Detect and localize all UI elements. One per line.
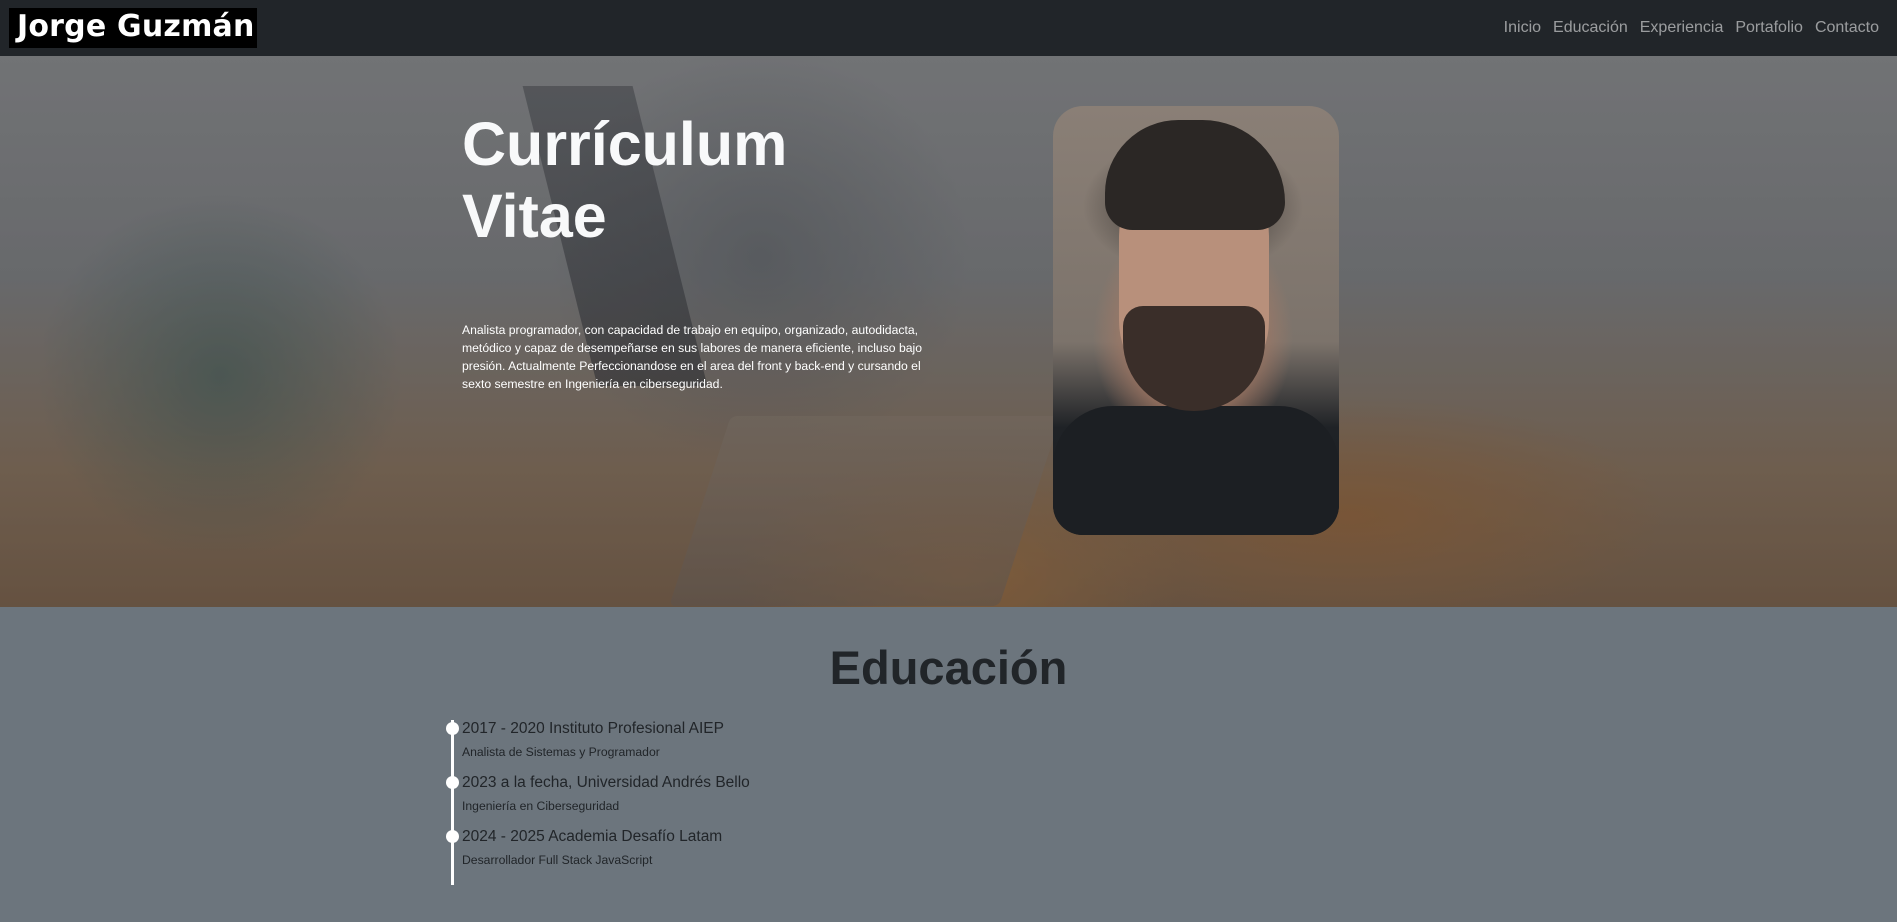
timeline-item-detail: Desarrollador Full Stack JavaScript — [462, 853, 653, 867]
brand-logo[interactable]: Jorge Guzmán — [9, 8, 257, 48]
nav-link-contacto[interactable]: Contacto — [1809, 19, 1885, 37]
hero-description: Analista programador, con capacidad de t… — [462, 323, 923, 391]
nav-link-educacion[interactable]: Educación — [1547, 19, 1634, 37]
hero-title: Currículum Vitae — [462, 108, 882, 252]
education-title: Educación — [829, 641, 1068, 694]
nav-link-inicio[interactable]: Inicio — [1498, 19, 1547, 37]
timeline-item-heading: 2024 - 2025 Academia Desafío Latam — [462, 828, 723, 845]
navbar: Jorge Guzmán Inicio Educación Experienci… — [0, 0, 1897, 56]
hero-section: Currículum Vitae Analista programador, c… — [0, 56, 1897, 607]
timeline-item-heading: 2023 a la fecha, Universidad Andrés Bell… — [462, 774, 750, 791]
education-timeline: 2017 - 2020 Instituto Profesional AIEP A… — [446, 720, 1150, 885]
hero-overlay — [0, 56, 1897, 607]
hero-title-line2: Vitae — [462, 182, 607, 250]
timeline-dot-icon — [446, 776, 459, 789]
profile-photo-hair — [1105, 120, 1285, 230]
timeline-dot-icon — [446, 830, 459, 843]
profile-photo-shirt — [1053, 406, 1339, 535]
timeline-item-detail: Analista de Sistemas y Programador — [462, 745, 660, 759]
hero-title-line1: Currículum — [462, 110, 788, 178]
timeline-item-detail: Ingeniería en Ciberseguridad — [462, 799, 620, 813]
timeline-dot-icon — [446, 722, 459, 735]
profile-photo — [1053, 106, 1339, 535]
nav-links: Inicio Educación Experiencia Portafolio … — [1498, 19, 1885, 37]
nav-link-experiencia[interactable]: Experiencia — [1634, 19, 1730, 37]
profile-photo-beard — [1123, 306, 1265, 411]
nav-link-portafolio[interactable]: Portafolio — [1729, 19, 1809, 37]
timeline-line — [451, 720, 454, 885]
timeline-item-heading: 2017 - 2020 Instituto Profesional AIEP — [462, 720, 724, 737]
